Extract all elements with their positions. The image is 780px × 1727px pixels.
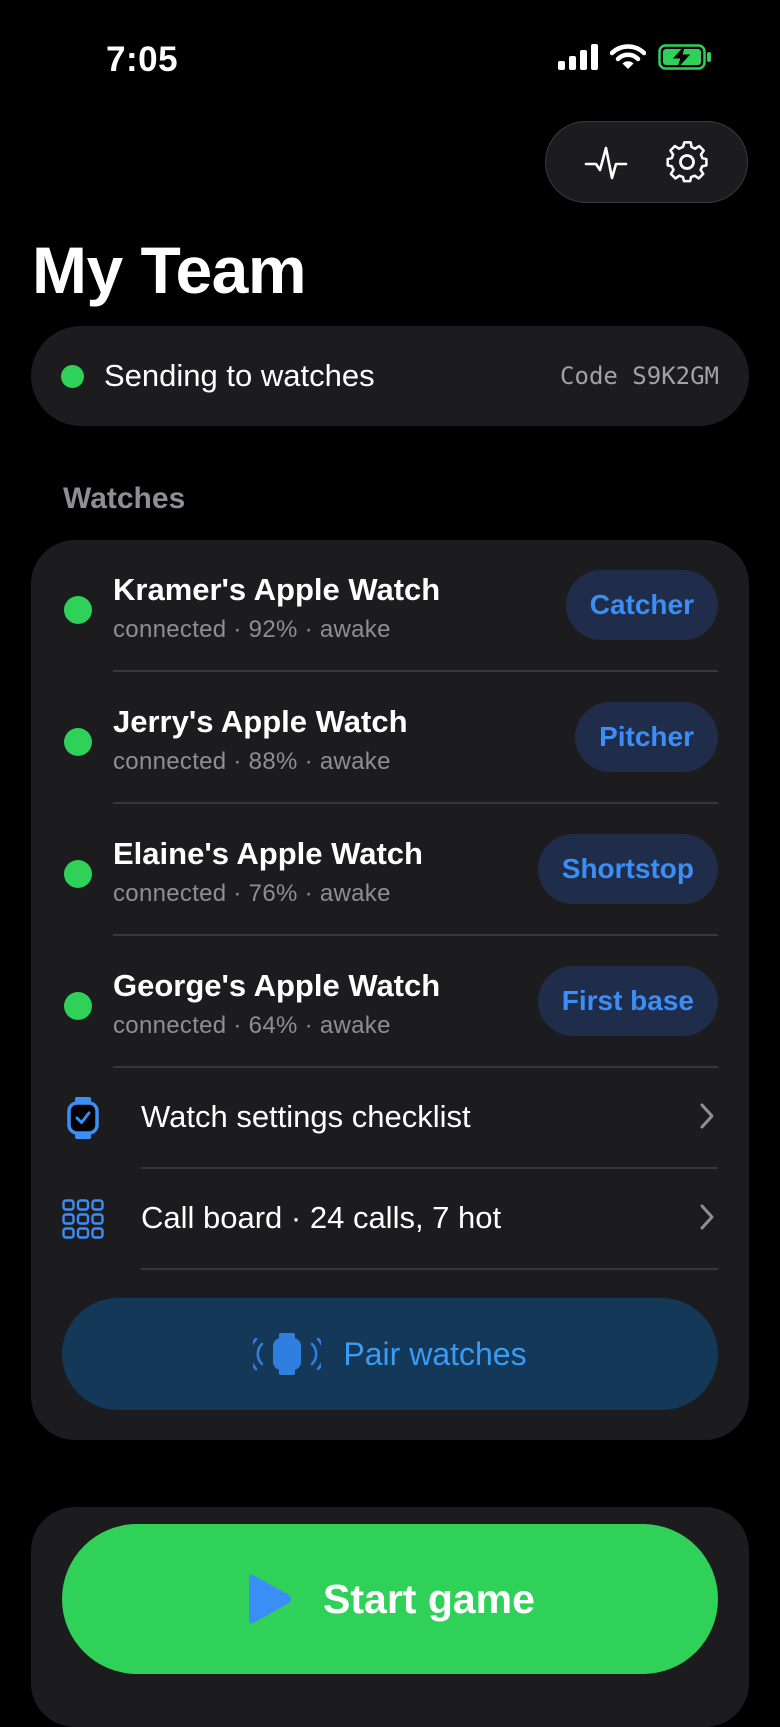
start-game-label: Start game <box>323 1575 535 1622</box>
watch-name: Jerry's Apple Watch <box>113 704 408 739</box>
battery-charging-icon <box>658 44 711 70</box>
wifi-icon <box>610 44 646 69</box>
watch-detail: connected · 64% · awake <box>113 1012 391 1039</box>
watch-detail: connected · 88% · awake <box>113 748 391 775</box>
settings-button[interactable] <box>661 136 713 188</box>
watch-name: Kramer's Apple Watch <box>113 572 441 607</box>
game-actions-card: Start game <box>31 1507 749 1727</box>
role-button[interactable]: Shortstop <box>537 834 718 904</box>
watch-settings-checklist-label: Watch settings checklist <box>141 1099 471 1134</box>
toolbar-pill <box>545 121 748 203</box>
watch-check-icon <box>67 1097 99 1139</box>
gear-icon <box>666 141 708 183</box>
waveform-icon <box>584 146 628 180</box>
page-title: My Team <box>32 233 307 307</box>
watch-detail: connected · 76% · awake <box>113 880 391 907</box>
watch-check-icon-wrap <box>61 1096 105 1140</box>
pair-watches-button[interactable]: Pair watches <box>62 1298 718 1410</box>
broadcast-status-text: Sending to watches <box>104 358 375 393</box>
watch-broadcast-icon <box>253 1333 322 1375</box>
team-code: Code S9K2GM <box>560 362 719 390</box>
chevron-right-icon <box>700 1103 714 1129</box>
call-board-row[interactable]: Call board · 24 calls, 7 hot <box>31 1169 749 1269</box>
status-time: 7:05 <box>106 40 179 79</box>
status-icons <box>558 44 712 70</box>
watch-name: George's Apple Watch <box>113 968 441 1003</box>
grid-icon <box>62 1199 104 1239</box>
connection-dot <box>64 992 92 1020</box>
chevron-right-icon <box>700 1204 714 1230</box>
watch-detail: connected · 92% · awake <box>113 616 391 643</box>
role-button[interactable]: Catcher <box>565 570 718 640</box>
activity-button[interactable] <box>580 136 632 188</box>
connection-dot <box>64 596 92 624</box>
role-button[interactable]: First base <box>537 966 718 1036</box>
watch-row[interactable]: George's Apple Watch connected · 64% · a… <box>31 936 749 1068</box>
call-board-label: Call board · 24 calls, 7 hot <box>141 1200 502 1235</box>
cellular-signal-icon <box>558 44 598 70</box>
play-icon <box>249 1574 292 1624</box>
section-label-watches: Watches <box>63 482 186 515</box>
watch-name: Elaine's Apple Watch <box>113 836 423 871</box>
watch-settings-checklist-row[interactable]: Watch settings checklist <box>31 1068 749 1168</box>
watch-row[interactable]: Jerry's Apple Watch connected · 88% · aw… <box>31 672 749 804</box>
watch-row[interactable]: Elaine's Apple Watch connected · 76% · a… <box>31 804 749 936</box>
connection-dot <box>64 860 92 888</box>
grid-icon-wrap <box>61 1197 105 1241</box>
start-game-button[interactable]: Start game <box>62 1524 718 1674</box>
watch-row[interactable]: Kramer's Apple Watch connected · 92% · a… <box>31 540 749 672</box>
connection-dot <box>64 728 92 756</box>
status-dot <box>61 364 84 388</box>
pair-watches-label: Pair watches <box>343 1335 527 1372</box>
broadcast-status-card: Sending to watches Code S9K2GM <box>31 326 749 426</box>
watches-card: Kramer's Apple Watch connected · 92% · a… <box>31 540 749 1440</box>
role-button[interactable]: Pitcher <box>575 702 718 772</box>
divider <box>141 1268 718 1270</box>
